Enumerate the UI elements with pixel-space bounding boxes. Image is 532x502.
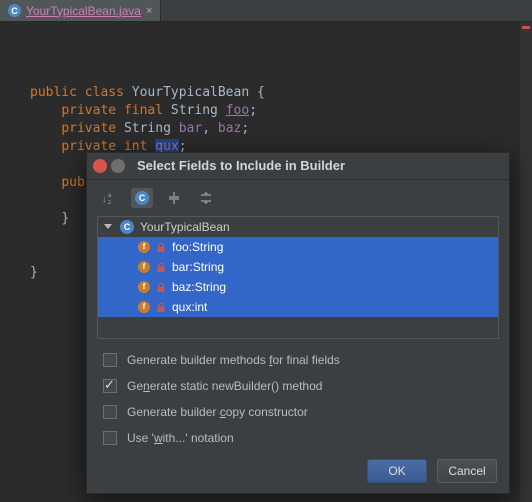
field-icon: f xyxy=(138,241,150,253)
dialog-buttons: OK Cancel xyxy=(87,451,509,493)
window-close-icon[interactable] xyxy=(93,159,107,173)
field-label: foo:String xyxy=(172,240,498,254)
dialog-titlebar[interactable]: Select Fields to Include in Builder xyxy=(87,153,509,180)
window-min-icon[interactable] xyxy=(111,159,125,173)
options-group: Generate builder methods for final field… xyxy=(87,339,509,451)
tree-field-row[interactable]: f foo:String xyxy=(98,237,498,257)
svg-text:a: a xyxy=(108,193,112,199)
tree-field-row[interactable]: f bar:String xyxy=(98,257,498,277)
opt-with-notation[interactable]: Use 'with...' notation xyxy=(103,431,493,445)
class-icon: C xyxy=(120,220,134,234)
lock-icon xyxy=(156,262,166,272)
editor-tab[interactable]: C YourTypicalBean.java × xyxy=(0,0,161,21)
collapse-all-icon[interactable] xyxy=(195,188,217,208)
field-label: bar:String xyxy=(172,260,498,274)
show-classes-icon[interactable]: C xyxy=(131,188,153,208)
tree-root[interactable]: C YourTypicalBean xyxy=(98,217,498,237)
checkbox[interactable] xyxy=(103,405,117,419)
opt-final-fields[interactable]: Generate builder methods for final field… xyxy=(103,353,493,367)
checkbox[interactable] xyxy=(103,353,117,367)
field-icon: f xyxy=(138,261,150,273)
close-icon[interactable]: × xyxy=(146,5,152,17)
svg-text:z: z xyxy=(108,200,111,205)
opt-new-builder[interactable]: Generate static newBuilder() method xyxy=(103,379,493,393)
fields-tree[interactable]: C YourTypicalBean f foo:String f bar:Str… xyxy=(97,216,499,339)
tree-root-label: YourTypicalBean xyxy=(140,220,498,234)
expand-all-icon[interactable] xyxy=(163,188,185,208)
field-label: qux:int xyxy=(172,300,498,314)
tab-filename: YourTypicalBean.java xyxy=(26,4,141,18)
field-icon: f xyxy=(138,281,150,293)
dialog-toolbar: ↓az C xyxy=(87,180,509,216)
opt-copy-constructor[interactable]: Generate builder copy constructor xyxy=(103,405,493,419)
chevron-down-icon[interactable] xyxy=(104,224,112,229)
sort-icon[interactable]: ↓az xyxy=(99,188,121,208)
ok-button[interactable]: OK xyxy=(367,459,427,483)
lock-icon xyxy=(156,242,166,252)
tree-field-row[interactable]: f qux:int xyxy=(98,297,498,317)
lock-icon xyxy=(156,302,166,312)
checkbox[interactable] xyxy=(103,379,117,393)
class-icon: C xyxy=(8,4,21,17)
select-fields-dialog: Select Fields to Include in Builder ↓az … xyxy=(86,152,510,494)
cancel-button[interactable]: Cancel xyxy=(437,459,497,483)
tree-field-row[interactable]: f baz:String xyxy=(98,277,498,297)
field-icon: f xyxy=(138,301,150,313)
field-label: baz:String xyxy=(172,280,498,294)
error-stripe xyxy=(520,22,532,502)
dialog-title: Select Fields to Include in Builder xyxy=(137,158,345,173)
lock-icon xyxy=(156,282,166,292)
tab-bar: C YourTypicalBean.java × xyxy=(0,0,532,22)
svg-text:↓: ↓ xyxy=(102,194,107,204)
checkbox[interactable] xyxy=(103,431,117,445)
